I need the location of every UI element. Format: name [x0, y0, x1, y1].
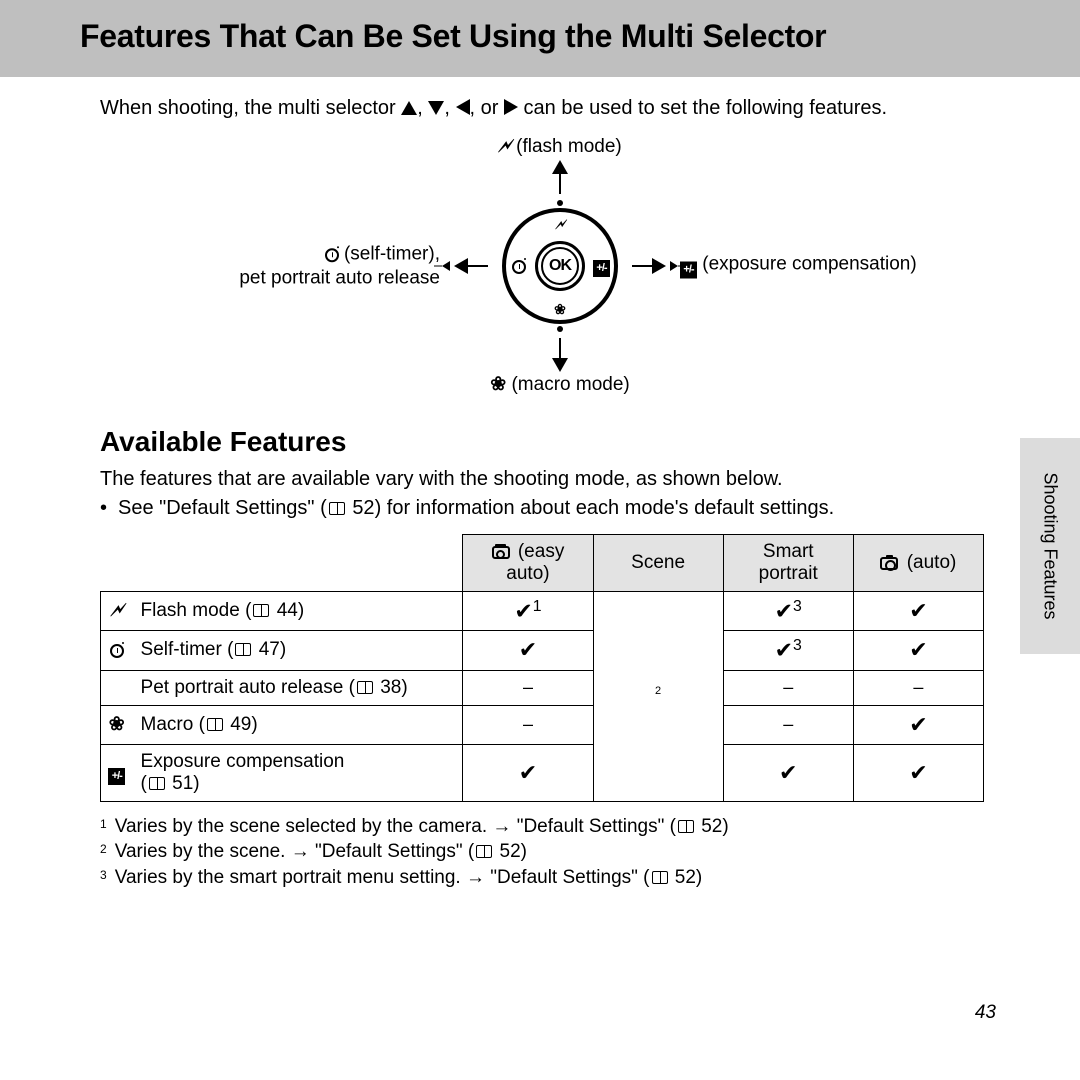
macro-icon: ❀ [101, 705, 133, 744]
diagram-right-label: +/- (exposure compensation) [680, 254, 917, 279]
exposure-comp-icon: +/- [593, 255, 610, 277]
footnote-2: 2Varies by the scene. → "Default Setting… [100, 839, 1020, 865]
col-scene: Scene [593, 535, 723, 592]
triangle-right-icon [652, 258, 666, 274]
page-ref-icon [329, 502, 345, 515]
cell: – [723, 705, 853, 744]
cell: ✔1 [463, 592, 593, 631]
table-row: +/- Exposure compensation( 51) ✔ ✔ ✔ [101, 744, 984, 801]
cell: ✔ [853, 705, 983, 744]
table-corner [101, 535, 463, 592]
triangle-up-icon [552, 160, 568, 174]
triangle-down-icon [552, 358, 568, 372]
page-header: Features That Can Be Set Using the Multi… [0, 0, 1080, 77]
multi-selector-diagram: 🗲 (flash mode) ❀ (macro mode) (self-time… [180, 136, 940, 396]
macro-icon: ❀ [490, 374, 506, 395]
feature-name: Pet portrait auto release ( 38) [133, 670, 463, 705]
diagram-left-label: (self-timer),pet portrait auto release [239, 242, 440, 290]
check-icon: ✔ [909, 637, 927, 662]
diagram-top-label: 🗲 (flash mode) [498, 136, 622, 158]
check-icon: ✔ [519, 637, 537, 662]
feature-name: Exposure compensation( 51) [133, 744, 463, 801]
triangle-down-icon [428, 101, 444, 115]
check-icon: ✔ [519, 760, 537, 785]
section-bullet: See "Default Settings" ( 52) for informa… [100, 497, 1020, 520]
cell: ✔ [853, 744, 983, 801]
cell: ✔ [463, 631, 593, 670]
check-icon: ✔ [909, 598, 927, 623]
exposure-comp-icon: +/- [101, 744, 133, 801]
self-timer-icon [101, 631, 133, 670]
empty-icon [101, 670, 133, 705]
page-ref-icon [253, 604, 269, 617]
arrow-left-icon [442, 261, 450, 271]
intro-text: When shooting, the multi selector , , , … [100, 97, 1020, 120]
triangle-left-icon [454, 258, 468, 274]
selector-ring: OK 🗲 ❀ +/- [502, 208, 618, 324]
check-icon: ✔ [775, 638, 793, 663]
cell: ✔ [723, 744, 853, 801]
col-smart-portrait: Smart portrait [723, 535, 853, 592]
col-auto: (auto) [853, 535, 983, 592]
easy-auto-camera-icon [492, 546, 510, 559]
section-intro: The features that are available vary wit… [100, 468, 1020, 491]
feature-name: Flash mode ( 44) [133, 592, 463, 631]
check-icon: ✔ [909, 712, 927, 737]
page-ref-icon [207, 718, 223, 731]
page-ref-icon [235, 643, 251, 656]
triangle-left-icon [456, 99, 470, 115]
page-ref-icon [678, 820, 694, 833]
camera-icon [880, 557, 898, 570]
cell: – [463, 705, 593, 744]
cell: – [853, 670, 983, 705]
triangle-right-icon [504, 99, 518, 115]
cell: ✔3 [723, 631, 853, 670]
self-timer-icon [325, 248, 339, 262]
flash-icon: 🗲 [555, 216, 564, 233]
cell: ✔ [463, 744, 593, 801]
cell: ✔ [853, 592, 983, 631]
page-ref-icon [357, 681, 373, 694]
feature-name: Self-timer ( 47) [133, 631, 463, 670]
footnote-3: 3Varies by the smart portrait menu setti… [100, 865, 1020, 891]
page-ref-icon [149, 777, 165, 790]
macro-icon: ❀ [554, 301, 566, 318]
triangle-up-icon [401, 101, 417, 115]
col-easy-auto: (easy auto) [463, 535, 593, 592]
exposure-comp-icon: +/- [680, 262, 697, 279]
check-icon: ✔ [909, 760, 927, 785]
table-row: Pet portrait auto release ( 38) – – – [101, 670, 984, 705]
self-timer-icon [512, 258, 526, 274]
arrow-right-icon [670, 261, 678, 271]
flash-icon: 🗲 [101, 592, 133, 631]
cell: – [723, 670, 853, 705]
section-heading: Available Features [100, 426, 1020, 458]
feature-name: Macro ( 49) [133, 705, 463, 744]
footnote-1: 1Varies by the scene selected by the cam… [100, 814, 1020, 840]
diagram-bottom-label: ❀ (macro mode) [490, 373, 629, 396]
table-body: 🗲 Flash mode ( 44) ✔1 2 ✔3 ✔ Self-timer … [101, 592, 984, 802]
page-ref-icon [476, 845, 492, 858]
check-icon: ✔ [779, 760, 797, 785]
page-ref-icon [652, 871, 668, 884]
table-row: 🗲 Flash mode ( 44) ✔1 2 ✔3 ✔ [101, 592, 984, 631]
check-icon: ✔ [514, 598, 532, 623]
cell: – [463, 670, 593, 705]
flash-icon: 🗲 [498, 136, 511, 157]
ok-button-label: OK [549, 257, 571, 275]
check-icon: ✔ [775, 598, 793, 623]
cell: ✔ [853, 631, 983, 670]
features-table: (easy auto) Scene Smart portrait (auto) … [100, 534, 984, 802]
table-row: ❀ Macro ( 49) – – ✔ [101, 705, 984, 744]
page-number: 43 [975, 1002, 996, 1024]
table-row: Self-timer ( 47) ✔ ✔3 ✔ [101, 631, 984, 670]
cell-scene-merged: 2 [593, 592, 723, 802]
cell: ✔3 [723, 592, 853, 631]
page-title: Features That Can Be Set Using the Multi… [80, 18, 1020, 55]
footnotes: 1Varies by the scene selected by the cam… [100, 814, 1020, 891]
